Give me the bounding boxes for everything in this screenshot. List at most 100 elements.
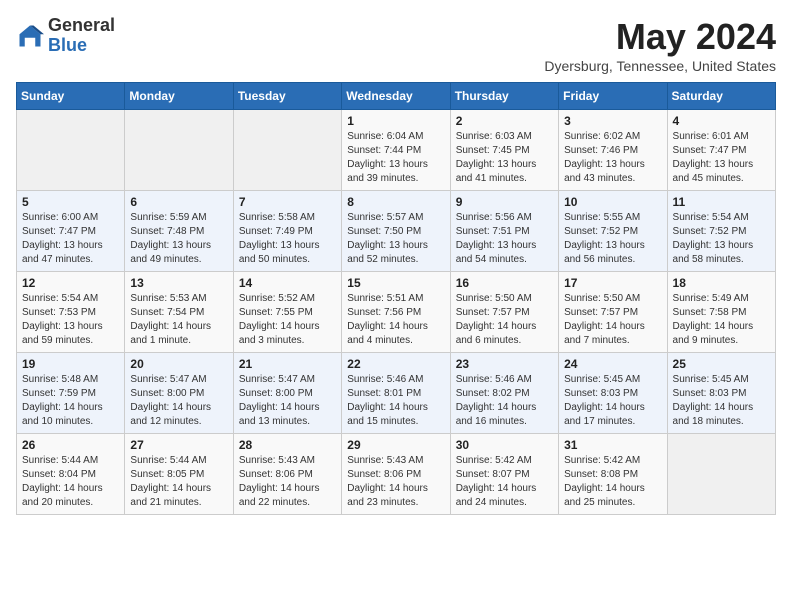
calendar-day-24: 24 Sunrise: 5:45 AMSunset: 8:03 PMDayligh… [559,353,667,434]
day-number: 23 [456,357,553,371]
day-number: 1 [347,114,444,128]
day-number: 30 [456,438,553,452]
weekday-header-saturday: Saturday [667,83,775,110]
day-info: Sunrise: 5:45 AMSunset: 8:03 PMDaylight:… [564,373,661,429]
day-info: Sunrise: 5:53 AMSunset: 7:54 PMDaylight:… [130,292,227,348]
calendar-empty-cell [17,110,125,191]
day-number: 7 [239,195,336,209]
day-number: 14 [239,276,336,290]
day-number: 22 [347,357,444,371]
day-info: Sunrise: 5:51 AMSunset: 7:56 PMDaylight:… [347,292,444,348]
day-info: Sunrise: 5:43 AMSunset: 8:06 PMDaylight:… [347,454,444,510]
calendar-day-18: 18 Sunrise: 5:49 AMSunset: 7:58 PMDayligh… [667,272,775,353]
calendar-day-1: 1Sunrise: 6:04 AMSunset: 7:44 PMDaylight… [342,110,450,191]
calendar-week-row: 26 Sunrise: 5:44 AMSunset: 8:04 PMDayligh… [17,434,776,515]
logo-blue: Blue [48,36,115,56]
month-title: May 2024 [544,16,776,58]
page-header: General Blue May 2024 Dyersburg, Tenness… [16,16,776,74]
weekday-header-sunday: Sunday [17,83,125,110]
calendar-table: SundayMondayTuesdayWednesdayThursdayFrid… [16,82,776,515]
day-info: Sunrise: 5:49 AMSunset: 7:58 PMDaylight:… [673,292,770,348]
calendar-day-28: 28Sunrise: 5:43 AMSunset: 8:06 PMDayligh… [233,434,341,515]
calendar-day-7: 7 Sunrise: 5:58 AMSunset: 7:49 PMDaylight… [233,191,341,272]
day-info: Sunrise: 5:59 AMSunset: 7:48 PMDaylight:… [130,211,227,267]
calendar-day-15: 15 Sunrise: 5:51 AMSunset: 7:56 PMDayligh… [342,272,450,353]
day-info: Sunrise: 5:54 AMSunset: 7:53 PMDaylight:… [22,292,119,348]
day-info: Sunrise: 5:58 AMSunset: 7:49 PMDaylight:… [239,211,336,267]
calendar-day-26: 26 Sunrise: 5:44 AMSunset: 8:04 PMDayligh… [17,434,125,515]
day-info: Sunrise: 5:45 AMSunset: 8:03 PMDaylight:… [673,373,770,429]
day-number: 9 [456,195,553,209]
title-area: May 2024 Dyersburg, Tennessee, United St… [544,16,776,74]
day-number: 16 [456,276,553,290]
day-info: Sunrise: 6:01 AMSunset: 7:47 PMDaylight:… [673,130,770,186]
calendar-day-22: 22 Sunrise: 5:46 AMSunset: 8:01 PMDayligh… [342,353,450,434]
day-number: 11 [673,195,770,209]
day-number: 31 [564,438,661,452]
logo-general: General [48,16,115,36]
logo-icon [16,22,44,50]
day-info: Sunrise: 5:48 AMSunset: 7:59 PMDaylight:… [22,373,119,429]
day-number: 20 [130,357,227,371]
weekday-header-row: SundayMondayTuesdayWednesdayThursdayFrid… [17,83,776,110]
calendar-day-20: 20 Sunrise: 5:47 AMSunset: 8:00 PMDayligh… [125,353,233,434]
day-number: 21 [239,357,336,371]
day-info: Sunrise: 5:50 AMSunset: 7:57 PMDaylight:… [456,292,553,348]
day-number: 17 [564,276,661,290]
day-number: 13 [130,276,227,290]
calendar-day-3: 3 Sunrise: 6:02 AMSunset: 7:46 PMDaylight… [559,110,667,191]
calendar-day-21: 21 Sunrise: 5:47 AMSunset: 8:00 PMDayligh… [233,353,341,434]
calendar-week-row: 12 Sunrise: 5:54 AMSunset: 7:53 PMDayligh… [17,272,776,353]
day-info: Sunrise: 5:44 AMSunset: 8:05 PMDaylight:… [130,454,227,510]
location: Dyersburg, Tennessee, United States [544,58,776,74]
weekday-header-wednesday: Wednesday [342,83,450,110]
day-number: 25 [673,357,770,371]
calendar-empty-cell [233,110,341,191]
calendar-week-row: 1Sunrise: 6:04 AMSunset: 7:44 PMDaylight… [17,110,776,191]
day-number: 26 [22,438,119,452]
calendar-day-30: 30Sunrise: 5:42 AMSunset: 8:07 PMDayligh… [450,434,558,515]
day-info: Sunrise: 5:47 AMSunset: 8:00 PMDaylight:… [239,373,336,429]
day-info: Sunrise: 5:42 AMSunset: 8:08 PMDaylight:… [564,454,661,510]
day-number: 19 [22,357,119,371]
calendar-day-29: 29 Sunrise: 5:43 AMSunset: 8:06 PMDayligh… [342,434,450,515]
calendar-day-16: 16 Sunrise: 5:50 AMSunset: 7:57 PMDayligh… [450,272,558,353]
calendar-day-19: 19 Sunrise: 5:48 AMSunset: 7:59 PMDayligh… [17,353,125,434]
day-info: Sunrise: 5:55 AMSunset: 7:52 PMDaylight:… [564,211,661,267]
day-number: 12 [22,276,119,290]
calendar-day-6: 6Sunrise: 5:59 AMSunset: 7:48 PMDaylight… [125,191,233,272]
calendar-day-8: 8Sunrise: 5:57 AMSunset: 7:50 PMDaylight… [342,191,450,272]
day-info: Sunrise: 5:52 AMSunset: 7:55 PMDaylight:… [239,292,336,348]
weekday-header-thursday: Thursday [450,83,558,110]
day-number: 18 [673,276,770,290]
calendar-day-27: 27 Sunrise: 5:44 AMSunset: 8:05 PMDayligh… [125,434,233,515]
day-info: Sunrise: 5:50 AMSunset: 7:57 PMDaylight:… [564,292,661,348]
calendar-day-13: 13 Sunrise: 5:53 AMSunset: 7:54 PMDayligh… [125,272,233,353]
weekday-header-tuesday: Tuesday [233,83,341,110]
day-info: Sunrise: 5:46 AMSunset: 8:01 PMDaylight:… [347,373,444,429]
calendar-day-9: 9 Sunrise: 5:56 AMSunset: 7:51 PMDaylight… [450,191,558,272]
calendar-empty-cell [667,434,775,515]
day-number: 27 [130,438,227,452]
day-number: 2 [456,114,553,128]
day-info: Sunrise: 5:46 AMSunset: 8:02 PMDaylight:… [456,373,553,429]
day-info: Sunrise: 6:02 AMSunset: 7:46 PMDaylight:… [564,130,661,186]
logo-text: General Blue [48,16,115,56]
day-info: Sunrise: 6:03 AMSunset: 7:45 PMDaylight:… [456,130,553,186]
logo: General Blue [16,16,115,56]
day-info: Sunrise: 5:54 AMSunset: 7:52 PMDaylight:… [673,211,770,267]
day-number: 8 [347,195,444,209]
day-number: 15 [347,276,444,290]
day-number: 29 [347,438,444,452]
calendar-day-25: 25 Sunrise: 5:45 AMSunset: 8:03 PMDayligh… [667,353,775,434]
day-info: Sunrise: 5:44 AMSunset: 8:04 PMDaylight:… [22,454,119,510]
calendar-day-2: 2 Sunrise: 6:03 AMSunset: 7:45 PMDaylight… [450,110,558,191]
calendar-day-14: 14 Sunrise: 5:52 AMSunset: 7:55 PMDayligh… [233,272,341,353]
day-number: 3 [564,114,661,128]
calendar-week-row: 19 Sunrise: 5:48 AMSunset: 7:59 PMDayligh… [17,353,776,434]
day-info: Sunrise: 5:47 AMSunset: 8:00 PMDaylight:… [130,373,227,429]
weekday-header-friday: Friday [559,83,667,110]
day-number: 24 [564,357,661,371]
calendar-day-11: 11 Sunrise: 5:54 AMSunset: 7:52 PMDayligh… [667,191,775,272]
day-info: Sunrise: 5:56 AMSunset: 7:51 PMDaylight:… [456,211,553,267]
